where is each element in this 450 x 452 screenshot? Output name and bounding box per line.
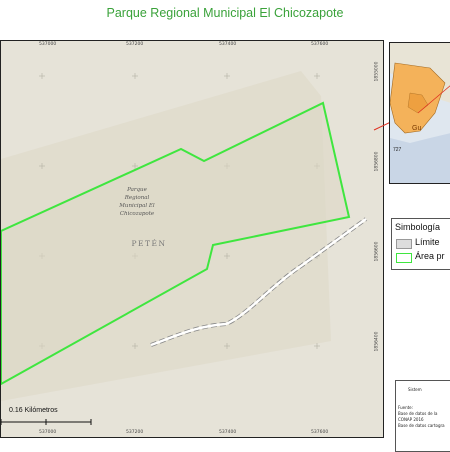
legend: Simbología Límite Área pr <box>391 218 450 270</box>
scale-bar: 0.16 Kilómetros <box>1 407 121 427</box>
scale-bar-label: 0.16 Kilómetros <box>9 407 58 414</box>
legend-swatch <box>396 239 412 249</box>
grid-label-top: 537200 <box>126 42 144 47</box>
map-canvas: Parque Regional Municipal El Chicozapote… <box>1 71 368 401</box>
grid-label-bottom: 537600 <box>311 430 329 435</box>
inset-label: Gu <box>412 125 422 132</box>
info-line: Fuente: <box>398 405 413 410</box>
info-line: Base de datos cartogra <box>398 423 445 428</box>
grid-label-right: 1855000 <box>374 61 380 82</box>
inset-map[interactable]: Gu 727 <box>389 42 450 184</box>
info-header: Sistem <box>408 387 422 392</box>
grid-label-top: 537400 <box>219 42 237 47</box>
park-label-line-3: Municipal El <box>118 203 155 209</box>
park-label-line-2: Regional <box>124 195 150 201</box>
grid-label-right: 1856400 <box>374 331 380 352</box>
inset-canvas <box>390 43 450 183</box>
main-map[interactable]: Parque Regional Municipal El Chicozapote… <box>0 40 384 438</box>
grid-label-bottom: 537400 <box>219 430 237 435</box>
park-label-line-1: Parque <box>126 187 147 193</box>
inset-number: 727 <box>393 147 402 153</box>
legend-swatch <box>396 253 412 263</box>
grid-label-top: 537600 <box>311 42 329 47</box>
grid-label-bottom: 537200 <box>126 430 144 435</box>
grid-label-top: 537000 <box>39 42 57 47</box>
info-line: Base de datos de la <box>398 411 438 416</box>
map-title: Parque Regional Municipal El Chicozapote <box>106 6 344 20</box>
legend-label: Límite <box>415 237 440 247</box>
legend-label: Área pr <box>415 251 445 261</box>
region-label: PETÉN <box>131 239 166 248</box>
scale-bar-graphic <box>1 419 92 425</box>
grid-label-right: 1856600 <box>374 241 380 262</box>
legend-title: Simbología <box>395 222 441 232</box>
park-label-line-4: Chicozapote <box>120 211 155 217</box>
info-line: CONAP 2016 <box>398 417 424 422</box>
grid-label-right: 1856800 <box>374 151 380 172</box>
info-box: Sistem Fuente: Base de datos de la CONAP… <box>395 380 450 452</box>
